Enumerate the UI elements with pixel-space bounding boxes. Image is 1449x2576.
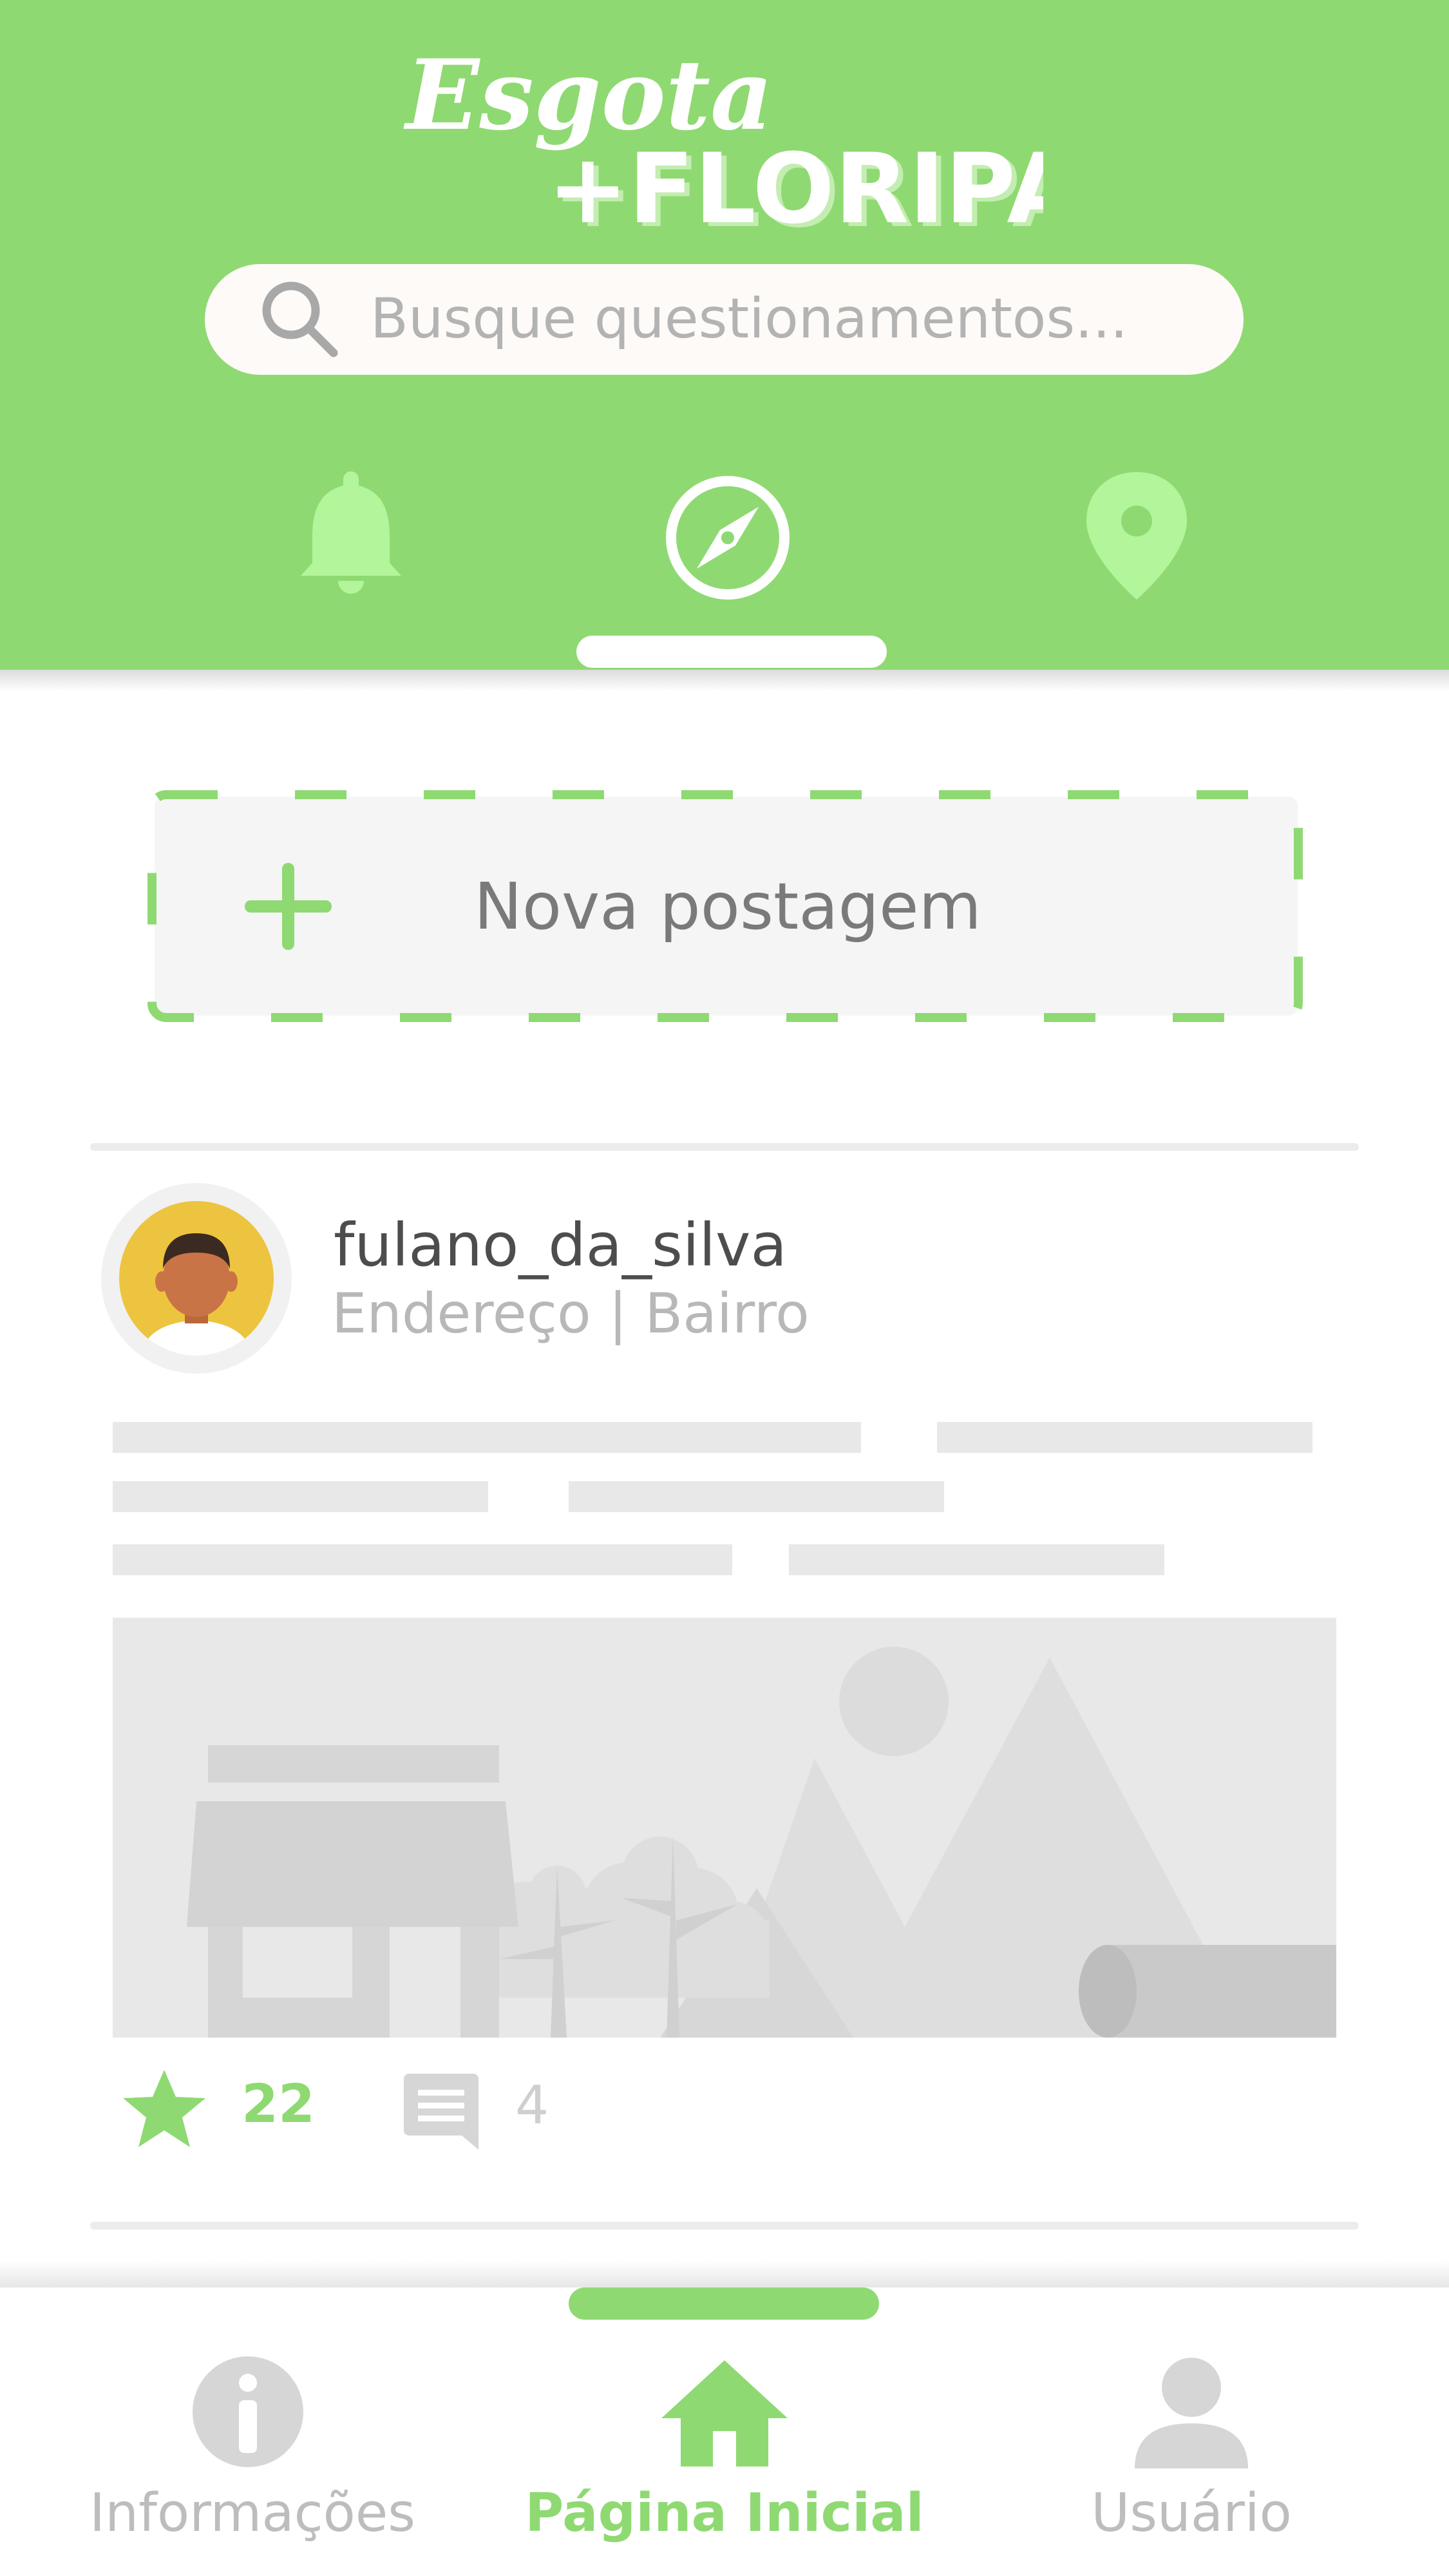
text-placeholder-line <box>113 1544 732 1575</box>
divider <box>90 2222 1359 2230</box>
app-logo: Esgota +FLORIPA +FLORIPA <box>403 39 1043 245</box>
user-icon[interactable] <box>1133 2354 1249 2470</box>
text-placeholder-line <box>937 1422 1312 1453</box>
nav-label-info[interactable]: Informações <box>27 2483 478 2544</box>
text-placeholder-line <box>569 1481 944 1512</box>
search-input[interactable] <box>370 274 1208 364</box>
text-placeholder-line <box>113 1422 861 1453</box>
plus-icon <box>245 863 332 950</box>
avatar[interactable] <box>100 1182 293 1375</box>
location-pin-icon[interactable] <box>1072 467 1201 602</box>
search-icon <box>262 281 338 357</box>
like-count: 22 <box>242 2074 316 2135</box>
logo-line2: +FLORIPA <box>547 133 1043 245</box>
nav-label-home[interactable]: Página Inicial <box>499 2483 950 2544</box>
bell-icon[interactable] <box>287 464 415 599</box>
active-nav-indicator <box>569 2287 879 2320</box>
text-placeholder-line <box>789 1544 1164 1575</box>
info-icon[interactable] <box>190 2354 306 2470</box>
text-placeholder-line <box>113 1481 488 1512</box>
bottom-nav-shadow <box>0 2260 1449 2287</box>
new-post-label: Nova postagem <box>474 869 981 944</box>
comment-count: 4 <box>515 2075 549 2136</box>
divider <box>90 1143 1359 1151</box>
post-image-placeholder[interactable] <box>113 1618 1336 2038</box>
post-username[interactable]: fulano_da_silva <box>334 1211 787 1280</box>
nav-label-user[interactable]: Usuário <box>966 2483 1417 2544</box>
header-shadow <box>0 670 1449 692</box>
compass-icon[interactable] <box>663 470 792 605</box>
star-icon[interactable] <box>121 2067 208 2151</box>
post-location: Endereço | Bairro <box>332 1282 810 1346</box>
active-tab-indicator <box>576 636 887 668</box>
home-icon[interactable] <box>660 2357 789 2470</box>
comment-icon[interactable] <box>402 2070 480 2151</box>
